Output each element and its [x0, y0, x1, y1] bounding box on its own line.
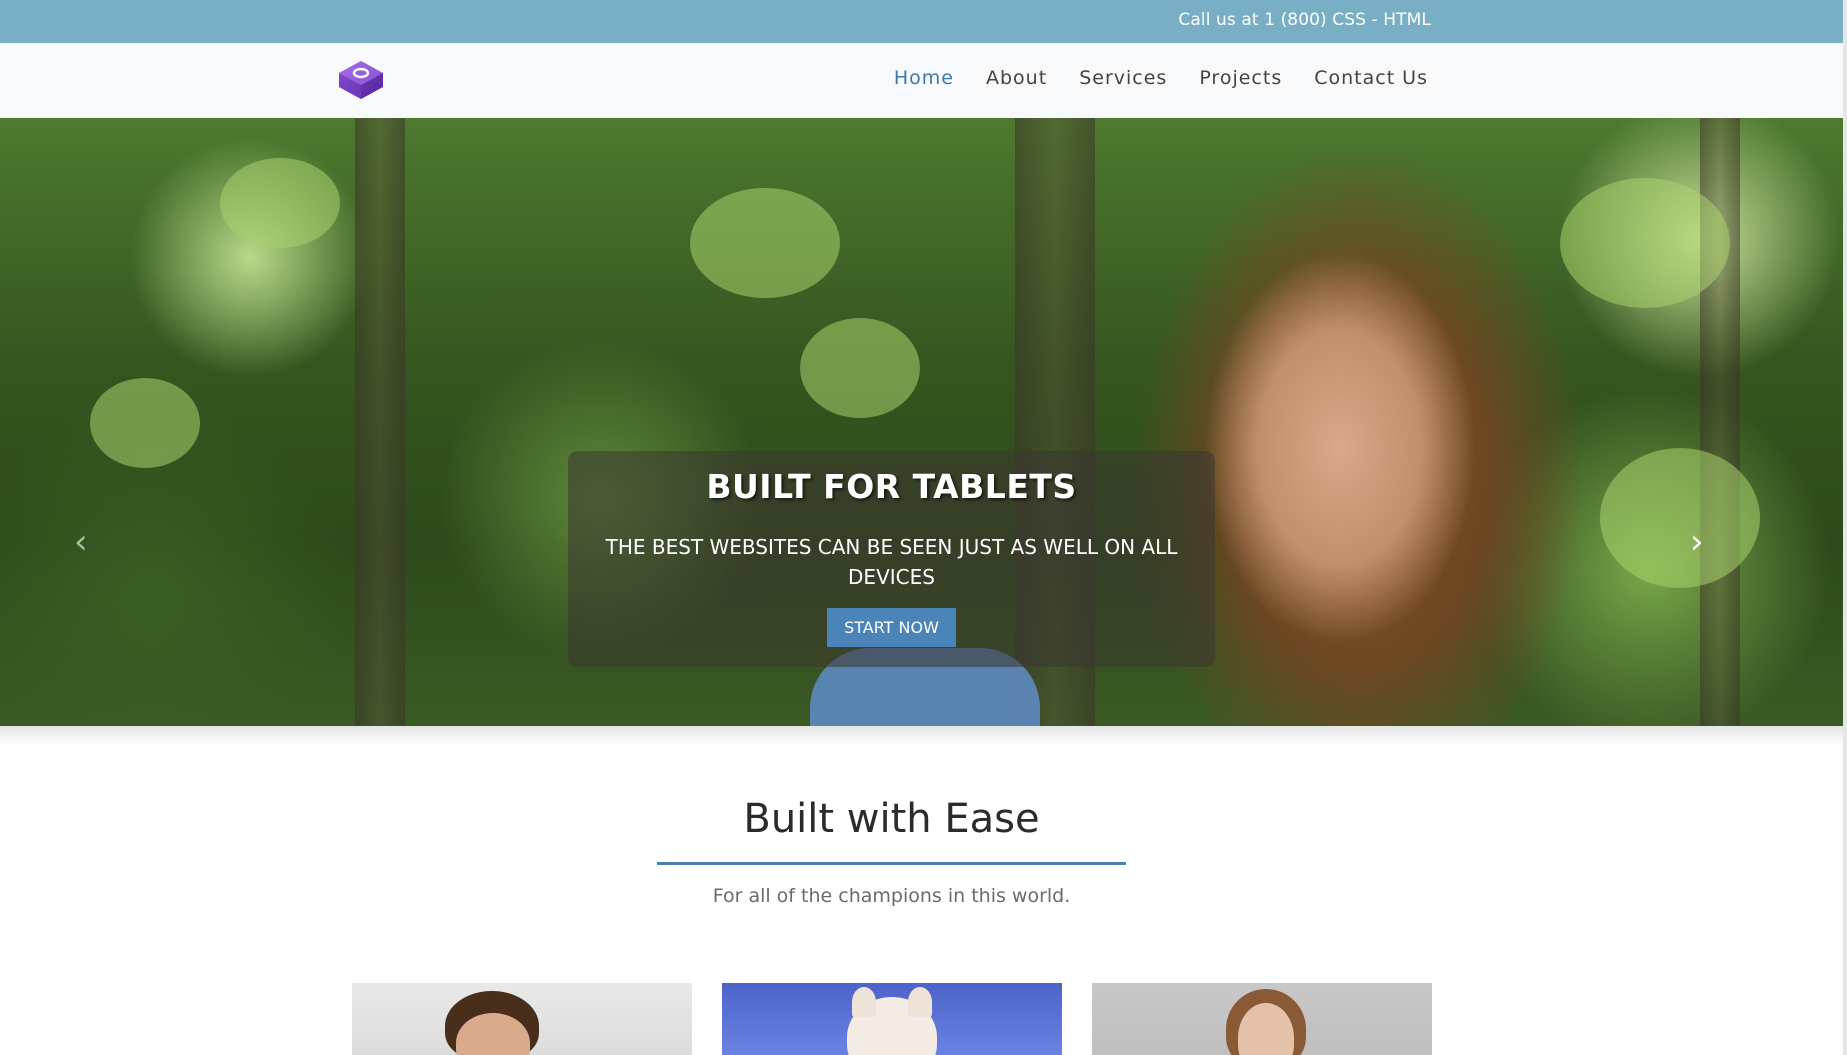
start-now-button[interactable]: START NOW — [827, 608, 956, 647]
primary-nav: Home About Services Projects Contact Us — [862, 67, 1428, 89]
foliage-highlight — [690, 188, 840, 298]
top-contact-bar: Call us at 1 (800) CSS - HTML — [0, 0, 1843, 43]
feature-card-man[interactable] — [352, 983, 692, 1055]
foliage-highlight — [90, 378, 200, 468]
hero-caption: BUILT FOR TABLETS THE BEST WEBSITES CAN … — [568, 451, 1215, 667]
brand-logo-icon[interactable] — [335, 57, 387, 103]
nav-home[interactable]: Home — [894, 67, 954, 89]
foliage-highlight — [800, 318, 920, 418]
main-navbar: Home About Services Projects Contact Us — [0, 43, 1843, 118]
background-trunk — [355, 118, 405, 726]
hero-title: BUILT FOR TABLETS — [706, 467, 1077, 506]
hero-bottom-shadow — [0, 726, 1843, 746]
foliage-highlight — [1600, 448, 1760, 588]
foliage-highlight — [1560, 178, 1730, 308]
nav-services[interactable]: Services — [1079, 67, 1167, 89]
feature-card-woman[interactable] — [1092, 983, 1432, 1055]
nav-contact-us[interactable]: Contact Us — [1314, 67, 1428, 89]
nav-projects[interactable]: Projects — [1199, 67, 1282, 89]
foliage-highlight — [220, 158, 340, 248]
feature-card-puppy[interactable] — [722, 983, 1062, 1055]
section-title: Built with Ease — [743, 796, 1040, 842]
section-divider — [657, 862, 1126, 865]
hero-subtitle: THE BEST WEBSITES CAN BE SEEN JUST AS WE… — [605, 535, 1178, 589]
puppy-ear-left — [852, 987, 876, 1017]
carousel-prev-icon[interactable]: ‹ — [74, 522, 88, 562]
section-subtitle: For all of the champions in this world. — [712, 885, 1071, 907]
carousel-next-icon[interactable]: › — [1690, 522, 1704, 562]
nav-about[interactable]: About — [986, 67, 1047, 89]
scrollbar-track[interactable] — [1843, 0, 1847, 1055]
puppy-ear-right — [908, 987, 932, 1017]
call-us-text: Call us at 1 (800) CSS - HTML — [1178, 10, 1431, 30]
